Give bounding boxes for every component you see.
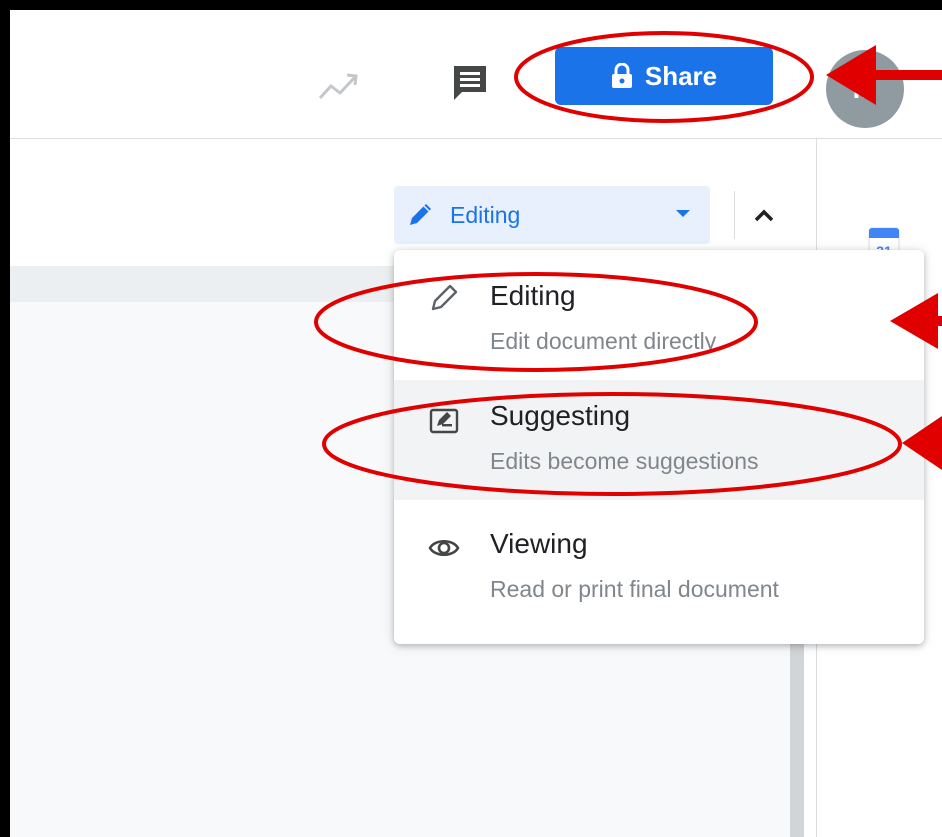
share-label: Share — [644, 60, 718, 91]
suggest-edits-icon — [429, 408, 459, 434]
menu-item-title: Suggesting — [490, 400, 631, 431]
lock-icon — [611, 63, 632, 88]
top-header: Share M — [10, 10, 942, 139]
menu-item-title: Editing — [490, 280, 576, 311]
mode-dropdown-menu: Editing Edit document directly Suggestin… — [394, 250, 924, 644]
pencil-icon — [410, 204, 431, 225]
hide-menus-chevron-up-icon[interactable] — [744, 195, 784, 235]
menu-item-description: Edits become suggestions — [490, 448, 759, 474]
avatar-initial: M — [852, 72, 878, 105]
pencil-icon — [431, 284, 458, 311]
menu-item-viewing[interactable]: Viewing Read or print final document — [394, 502, 924, 622]
menu-item-description: Read or print final document — [490, 576, 779, 602]
menu-item-editing[interactable]: Editing Edit document directly — [394, 258, 924, 378]
mode-label: Editing — [450, 201, 521, 228]
menu-item-suggesting[interactable]: Suggesting Edits become suggestions — [394, 380, 924, 500]
share-button[interactable]: Share — [555, 47, 773, 105]
dropdown-caret-icon — [676, 210, 690, 217]
account-avatar[interactable]: M — [826, 50, 904, 128]
activity-dashboard-icon[interactable] — [318, 68, 362, 104]
toolbar: Editing — [10, 139, 816, 267]
menu-item-description: Edit document directly — [490, 328, 717, 354]
menu-item-title: Viewing — [490, 528, 588, 559]
editing-mode-button[interactable]: Editing — [394, 186, 710, 244]
comment-history-icon[interactable] — [450, 64, 490, 104]
toolbar-divider — [734, 191, 735, 239]
docs-window: Share M Editing 31 — [10, 10, 942, 837]
eye-icon — [428, 539, 460, 557]
